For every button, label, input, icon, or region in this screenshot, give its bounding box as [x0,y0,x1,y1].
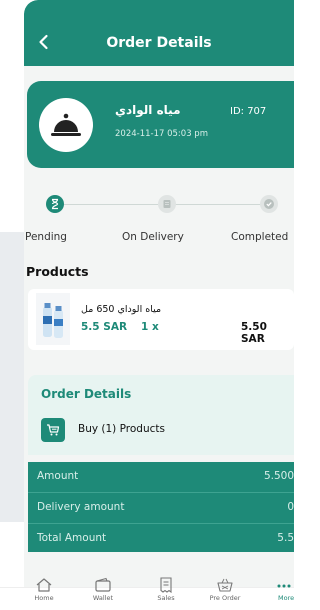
order-details-screen: Order Details مياه الوادي ID: 707 2024-1… [24,0,294,609]
nav-sales-label: Sales [157,594,175,602]
product-name: مياه الوداي 650 مل [81,304,162,315]
total-label: Total Amount [37,532,107,544]
nav-wallet[interactable]: Wallet [85,577,121,607]
order-id: ID: 707 [230,106,267,117]
payment-summary: Amount 5.500 Delivery amount 0 Total Amo… [28,462,294,552]
bottom-nav: Home Wallet Sales Pre Order More [0,577,294,610]
status-step-label: On Delivery [122,231,184,243]
buy-products-text: Buy (1) Products [78,423,165,435]
home-icon [36,578,52,592]
nav-pre-order-label: Pre Order [209,594,241,602]
status-step-on-delivery [158,195,176,213]
clipboard-icon [163,200,171,208]
total-value: 5.5 [277,532,294,544]
nav-home[interactable]: Home [26,577,62,607]
order-summary-card: مياه الوادي ID: 707 2024-11-17 05:03 pm [27,81,294,168]
store-avatar [39,98,93,152]
status-step-label: Completed [231,231,289,243]
order-details-heading: Order Details [41,387,132,401]
nav-wallet-label: Wallet [92,594,114,602]
store-name: مياه الوادي [115,103,181,117]
hourglass-icon [51,198,59,210]
nav-sales[interactable]: Sales [148,577,184,607]
check-icon [264,199,274,209]
status-step-label: Pending [25,231,67,243]
products-heading: Products [26,264,89,279]
page-title: Order Details [106,35,212,51]
nav-more[interactable]: More [268,577,294,607]
receipt-icon [160,577,172,593]
status-step-pending [46,195,64,213]
nav-more-label: More [278,594,294,602]
status-connector [55,204,158,205]
amount-label: Amount [37,470,79,482]
basket-icon [217,578,233,592]
order-date: 2024-11-17 05:03 pm [115,129,208,139]
delivery-value: 0 [287,501,294,513]
nav-home-label: Home [34,594,54,602]
delivery-row: Delivery amount 0 [28,493,294,523]
product-price: 5.5 SAR [81,321,128,333]
water-bottle-image [36,293,70,345]
nav-pre-order[interactable]: Pre Order [207,577,243,607]
cart-button[interactable] [41,418,65,442]
product-quantity: 1 x [141,321,159,333]
delivery-label: Delivery amount [37,501,125,513]
product-total: 5.50 SAR [241,321,267,345]
wallet-icon [95,577,111,592]
cart-icon [47,424,60,436]
product-row[interactable]: مياه الوداي 650 مل 5.5 SAR 1 x 5.50 SAR [28,289,294,350]
order-details-card: Order Details Buy (1) Products [28,375,294,455]
total-row: Total Amount 5.5 [28,524,294,554]
status-step-completed [260,195,278,213]
top-bar: Order Details [24,0,294,66]
amount-row: Amount 5.500 [28,462,294,492]
amount-value: 5.500 [263,470,294,482]
food-cloche-icon [51,113,81,136]
more-icon [277,584,291,588]
